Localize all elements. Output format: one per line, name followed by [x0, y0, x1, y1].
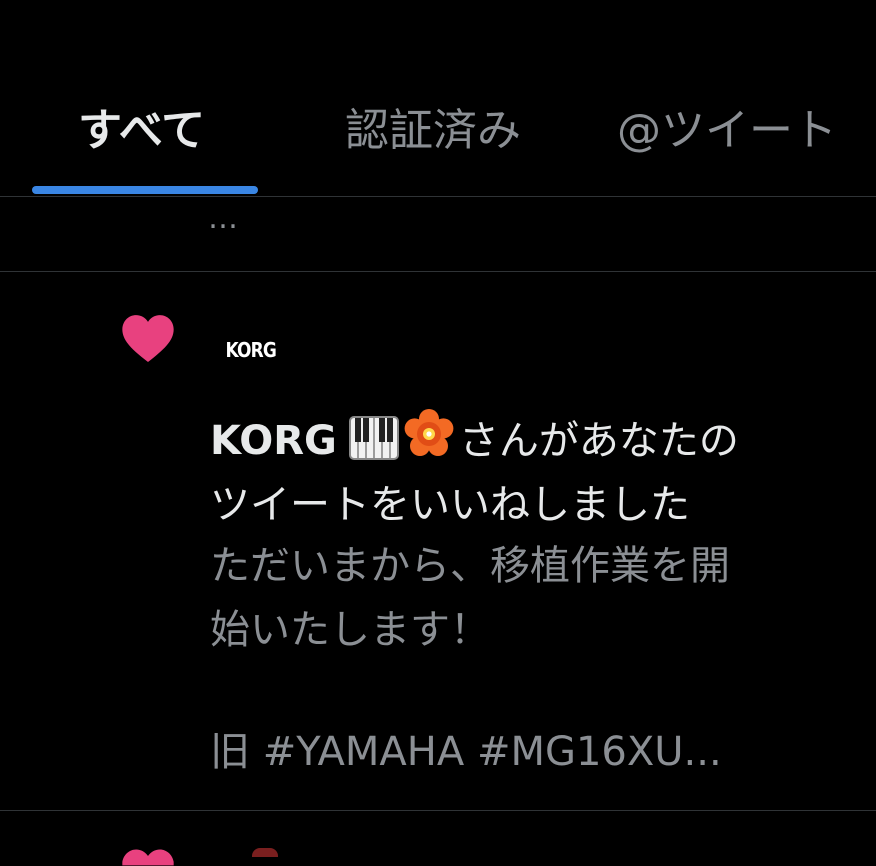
tweet-hashtags: 旧 #YAMAHA #MG16XU...: [210, 729, 722, 775]
tab-verified[interactable]: 認証済み: [345, 98, 521, 164]
more-ellipsis: …: [208, 201, 239, 236]
tweet-text-line: ただいまから、移植作業を開: [210, 543, 730, 589]
avatar[interactable]: [252, 848, 278, 857]
tweet-text-line: 始いたします！: [210, 607, 490, 653]
avatar[interactable]: KORG: [208, 324, 294, 376]
like-notification[interactable]: KORG KORG さんがあなたの ツイートをいいねしました ただいまから、移植…: [0, 272, 876, 811]
action-text-line1: さんがあなたの: [458, 418, 739, 464]
piano-keys-emoji: [348, 416, 399, 460]
heart-icon: [122, 849, 174, 866]
user-name[interactable]: KORG: [210, 418, 337, 464]
collapsed-notification-row[interactable]: …: [0, 197, 876, 272]
notification-headline: KORG さんがあなたの ツイートをいいねしました: [210, 408, 850, 537]
notification-tab-bar: すべて 認証済み @ツイート: [0, 0, 876, 197]
active-tab-indicator: [32, 186, 258, 194]
tab-mentions[interactable]: @ツイート: [617, 98, 837, 164]
tab-all[interactable]: すべて: [78, 98, 205, 164]
action-text-line2: ツイートをいいねしました: [210, 482, 690, 528]
heart-icon: [122, 315, 174, 363]
avatar-logo-text: KORG: [225, 338, 277, 362]
flower-emoji: [404, 409, 454, 456]
liked-tweet-preview[interactable]: ただいまから、移植作業を開 始いたします！ 旧 #YAMAHA #MG16XU.…: [210, 534, 850, 784]
